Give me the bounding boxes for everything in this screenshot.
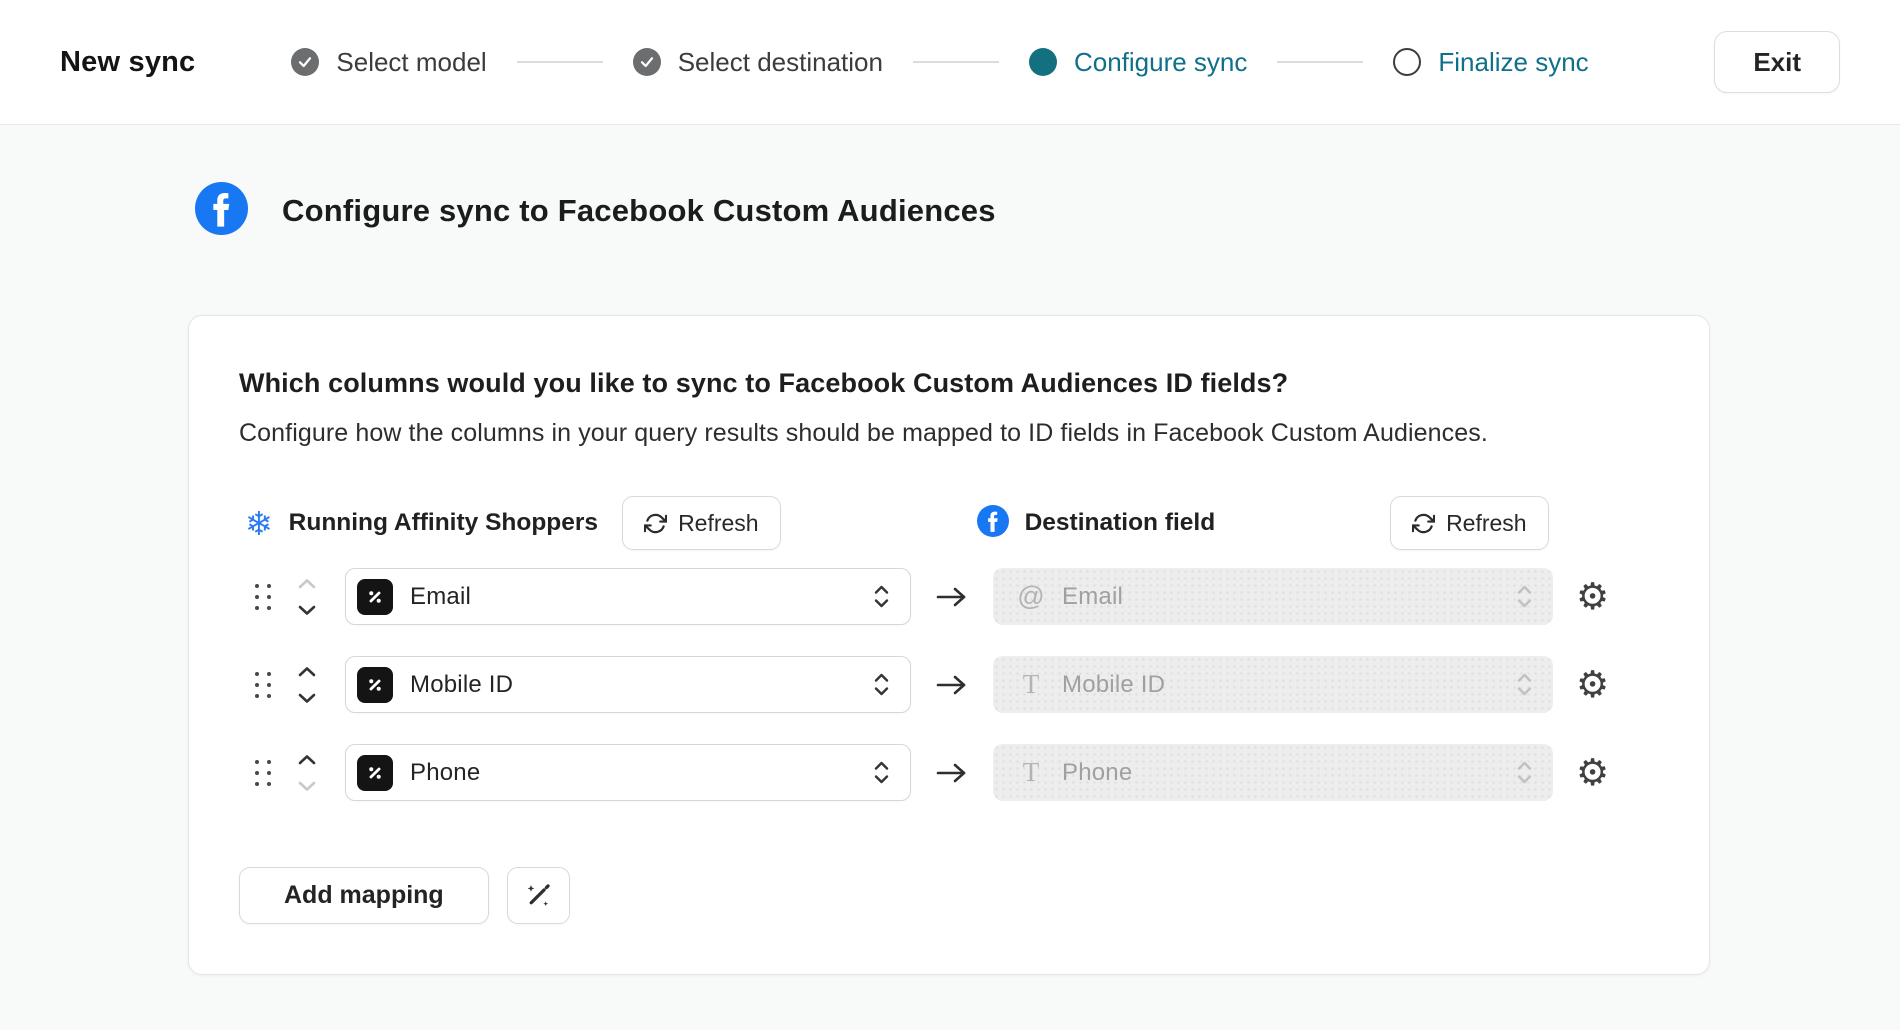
mapping-row: Phone T Phone ⚙ xyxy=(239,744,1659,801)
check-circle-icon xyxy=(633,48,661,76)
mapping-settings-gear-icon[interactable]: ⚙ xyxy=(1576,666,1609,703)
drag-handle-icon[interactable] xyxy=(255,760,271,786)
source-column-select[interactable]: Mobile ID xyxy=(345,656,911,713)
auto-map-button[interactable] xyxy=(507,867,570,924)
check-circle-icon xyxy=(291,48,319,76)
destination-column-header: Destination field Refresh xyxy=(977,496,1549,550)
source-column-value: Email xyxy=(410,583,471,611)
text-type-icon: T xyxy=(1015,671,1047,698)
mapping-description: Configure how the columns in your query … xyxy=(239,419,1659,448)
step-connector xyxy=(1277,61,1363,63)
destination-field-select-disabled: T Mobile ID xyxy=(993,656,1553,713)
move-down-icon[interactable] xyxy=(297,604,317,616)
column-type-icon xyxy=(357,667,393,703)
column-type-icon xyxy=(357,579,393,615)
exit-button[interactable]: Exit xyxy=(1714,31,1840,93)
mapping-card: Which columns would you like to sync to … xyxy=(188,315,1710,975)
drag-handle-icon[interactable] xyxy=(255,672,271,698)
refresh-icon xyxy=(644,512,667,535)
source-column-select[interactable]: Email xyxy=(345,568,911,625)
select-chevrons-icon xyxy=(1516,673,1533,696)
snowflake-icon: ❄ xyxy=(245,507,273,540)
sync-stepper: Select model Select destination Configur… xyxy=(291,47,1588,78)
source-column-value: Mobile ID xyxy=(410,671,513,699)
select-chevrons-icon xyxy=(1516,585,1533,608)
destination-heading: Configure sync to Facebook Custom Audien… xyxy=(195,182,1900,240)
empty-circle-icon xyxy=(1393,48,1421,76)
maps-to-arrow-icon xyxy=(911,761,993,785)
destination-field-select-disabled: T Phone xyxy=(993,744,1553,801)
column-type-icon xyxy=(357,755,393,791)
source-refresh-button[interactable]: Refresh xyxy=(622,496,781,550)
mapping-footer: Add mapping xyxy=(239,867,1659,924)
destination-field-value: Mobile ID xyxy=(1062,671,1165,699)
mapping-settings-gear-icon[interactable]: ⚙ xyxy=(1576,578,1609,615)
email-at-icon: @ xyxy=(1015,583,1047,610)
step-configure-sync[interactable]: Configure sync xyxy=(1029,47,1247,78)
move-up-icon xyxy=(297,578,317,590)
source-column-header: ❄ Running Affinity Shoppers Refresh xyxy=(245,496,781,550)
maps-to-arrow-icon xyxy=(911,673,993,697)
step-select-model[interactable]: Select model xyxy=(291,47,486,78)
destination-field-select-disabled: @ Email xyxy=(993,568,1553,625)
text-type-icon: T xyxy=(1015,759,1047,786)
source-column-value: Phone xyxy=(410,759,480,787)
move-up-icon[interactable] xyxy=(297,666,317,678)
select-chevrons-icon xyxy=(1516,761,1533,784)
facebook-icon xyxy=(195,182,248,240)
step-finalize-sync[interactable]: Finalize sync xyxy=(1393,47,1588,78)
step-label: Select destination xyxy=(678,47,883,78)
maps-to-arrow-icon xyxy=(911,585,993,609)
destination-refresh-button[interactable]: Refresh xyxy=(1390,496,1549,550)
mapping-question: Which columns would you like to sync to … xyxy=(239,368,1659,399)
drag-handle-icon[interactable] xyxy=(255,584,271,610)
top-bar: New sync Select model Select destination… xyxy=(0,0,1900,125)
source-column-select[interactable]: Phone xyxy=(345,744,911,801)
move-down-icon[interactable] xyxy=(297,692,317,704)
select-chevrons-icon xyxy=(873,585,890,608)
main-content: Configure sync to Facebook Custom Audien… xyxy=(0,125,1900,975)
page-title: New sync xyxy=(60,46,195,79)
mapping-settings-gear-icon[interactable]: ⚙ xyxy=(1576,754,1609,791)
step-label: Select model xyxy=(336,47,486,78)
refresh-icon xyxy=(1412,512,1435,535)
magic-wand-icon xyxy=(524,882,552,910)
mapping-row: Mobile ID T Mobile ID ⚙ xyxy=(239,656,1659,713)
step-connector xyxy=(913,61,999,63)
destination-field-label: Destination field xyxy=(1025,509,1216,537)
select-chevrons-icon xyxy=(873,673,890,696)
active-dot-icon xyxy=(1029,48,1057,76)
step-label: Finalize sync xyxy=(1438,47,1588,78)
select-chevrons-icon xyxy=(873,761,890,784)
step-label: Configure sync xyxy=(1074,47,1247,78)
add-mapping-button[interactable]: Add mapping xyxy=(239,867,489,924)
mapping-columns-header: ❄ Running Affinity Shoppers Refresh Dest… xyxy=(239,496,1659,550)
source-model-name: Running Affinity Shoppers xyxy=(289,509,598,537)
destination-field-value: Phone xyxy=(1062,759,1132,787)
destination-field-value: Email xyxy=(1062,583,1123,611)
facebook-icon xyxy=(977,505,1009,542)
move-up-icon[interactable] xyxy=(297,754,317,766)
step-connector xyxy=(517,61,603,63)
mapping-row: Email @ Email ⚙ xyxy=(239,568,1659,625)
step-select-destination[interactable]: Select destination xyxy=(633,47,883,78)
configure-sync-title: Configure sync to Facebook Custom Audien… xyxy=(282,193,996,229)
move-down-icon xyxy=(297,780,317,792)
